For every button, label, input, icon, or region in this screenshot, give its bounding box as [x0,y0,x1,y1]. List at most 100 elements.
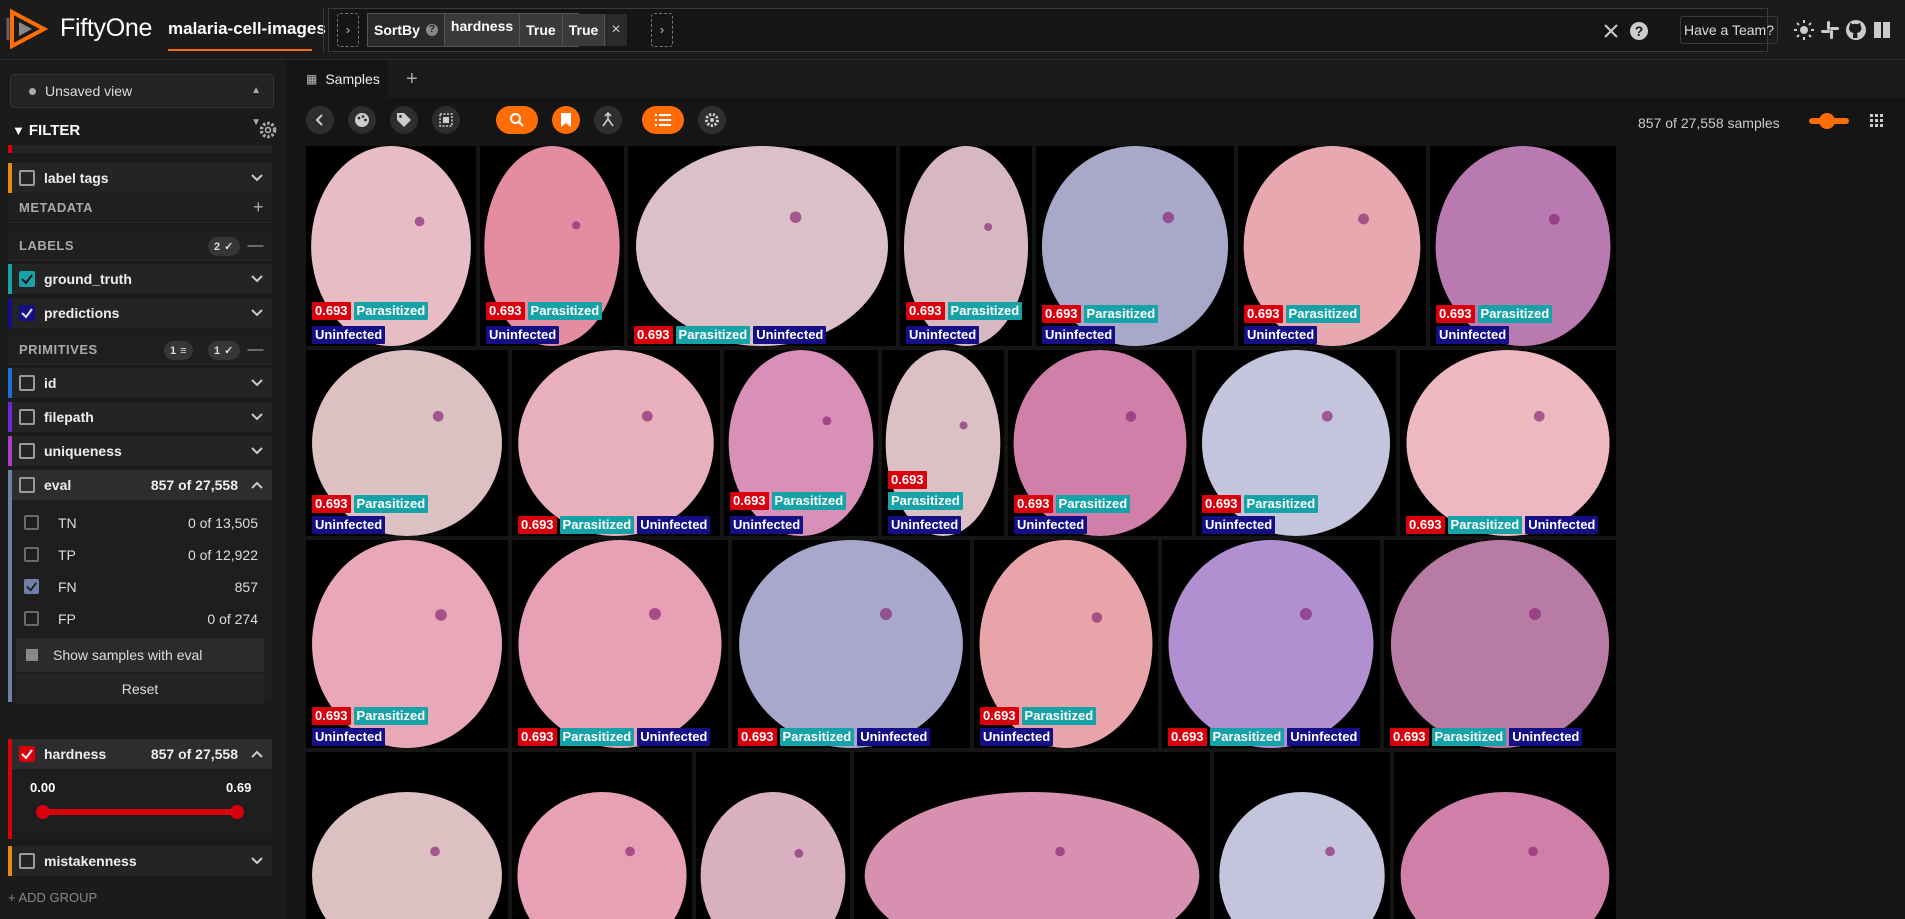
sidebar-field-mistakenness[interactable]: mistakenness [8,846,272,876]
sidebar-field-uniqueness[interactable]: uniqueness [8,436,272,466]
id-checkbox[interactable] [19,375,35,391]
sample-grid[interactable]: 0.693 Parasitized Uninfected 0.693 Parasitiz… [306,146,1905,919]
sample-tile[interactable]: 0.693 Parasitized Uninfected [1400,350,1616,536]
sample-tile[interactable]: 0.693 Parasitized Uninfected [724,350,878,536]
sample-tile[interactable] [512,752,692,919]
section-metadata[interactable]: METADATA + [8,193,272,223]
chevron-down-icon[interactable] [250,272,264,286]
sample-tile[interactable]: 0.693 Parasitized Uninfected [306,350,508,536]
sample-tile[interactable]: 0.693 Parasitized Uninfected [512,540,728,748]
select-button[interactable] [432,106,460,134]
filepath-checkbox[interactable] [19,409,35,425]
sidebar-field-eval[interactable]: eval 857 of 27,558 [8,470,272,500]
github-icon[interactable] [1844,18,1868,42]
tag-button[interactable] [390,106,418,134]
sample-tile[interactable]: 0.693 Parasitized Uninfected [628,146,896,346]
range-track[interactable] [42,809,236,815]
app-title[interactable]: FiftyOne [60,14,152,43]
sample-tile[interactable]: 0.693 Parasitized Uninfected [1036,146,1234,346]
dataset-name[interactable]: malaria-cell-images [168,19,326,39]
group-button[interactable] [594,106,622,134]
chevron-down-icon[interactable] [250,410,264,424]
range-handle-max[interactable] [230,805,244,819]
help-icon[interactable]: ? [425,24,438,36]
have-a-team-button[interactable]: Have a Team? [1680,16,1778,44]
sample-tile[interactable]: 0.693 Parasitized Uninfected [1196,350,1396,536]
eval-value-tp[interactable]: TP 0 of 12,922 [16,540,264,570]
range-handle-min[interactable] [36,805,50,819]
section-labels[interactable]: LABELS 2 ✓ — [8,231,272,261]
gear-icon[interactable] [258,120,278,140]
eval-value-fn[interactable]: FN 857 [16,572,264,602]
collapse-icon[interactable]: — [248,237,265,255]
sample-tile[interactable]: 0.693 Parasitized Uninfected [1162,540,1380,748]
add-icon[interactable]: + [253,197,264,218]
sidebar-field-id[interactable]: id [8,368,272,398]
search-button[interactable] [496,106,538,134]
mistakenness-checkbox[interactable] [19,853,35,869]
sample-tile[interactable]: 0.693 Parasitized Uninfected [306,540,508,748]
sample-tile[interactable] [854,752,1210,919]
fiftyone-logo[interactable] [6,8,50,50]
sidebar-field-ground-truth[interactable]: ground_truth [8,264,272,294]
chevron-down-icon[interactable] [250,306,264,320]
chevron-down-icon[interactable] [250,376,264,390]
stage-arg-reverse[interactable]: True [520,14,563,46]
sample-tile[interactable] [1214,752,1390,919]
sample-tile[interactable]: 0.693 Parasitized Uninfected [1008,350,1192,536]
section-primitives[interactable]: PRIMITIVES 1 ≡ 1 ✓ — [8,335,272,365]
add-stage-left[interactable]: › [337,13,359,47]
uniqueness-checkbox[interactable] [19,443,35,459]
zoom-handle[interactable] [1819,113,1835,129]
sample-tile[interactable]: 0.693 Parasitized Uninfected [900,146,1032,346]
sort-button[interactable] [642,106,684,134]
label-tags-checkbox[interactable] [19,170,35,186]
settings-button[interactable] [698,106,726,134]
save-view-button[interactable] [552,106,580,134]
docs-icon[interactable] [1870,18,1894,42]
color-button[interactable] [348,106,376,134]
close-icon[interactable] [1599,19,1623,43]
sample-tile[interactable] [1394,752,1616,919]
primitives-filter-pill[interactable]: 1 ≡ [164,341,194,360]
slack-icon[interactable] [1818,18,1842,42]
sample-tile[interactable] [696,752,850,919]
stage-field[interactable]: hardness [444,14,521,46]
fp-checkbox[interactable] [24,611,39,626]
eval-value-tn[interactable]: TN 0 of 13,505 [16,508,264,538]
sample-tile[interactable]: 0.693 Parasitized Uninfected [882,350,1004,536]
ground-truth-checkbox[interactable] [19,271,35,287]
help-icon[interactable]: ? [1627,19,1651,43]
sample-tile[interactable]: 0.693 Parasitized Uninfected [974,540,1158,748]
stage-arg-create-index[interactable]: True [562,14,606,46]
chevron-down-icon[interactable] [250,444,264,458]
chevron-up-icon[interactable] [250,478,264,492]
sample-tile[interactable]: 0.693 Parasitized Uninfected [512,350,720,536]
tn-checkbox[interactable] [24,515,39,530]
sample-tile[interactable]: 0.693 Parasitized Uninfected [480,146,624,346]
eval-checkbox[interactable] [19,477,35,493]
sample-tile[interactable]: 0.693 Parasitized Uninfected [732,540,970,748]
fn-checkbox[interactable] [24,579,39,594]
sortby-stage[interactable]: SortBy ? hardness True True × [367,13,627,47]
add-stage-right[interactable]: › [651,13,673,47]
tab-samples[interactable]: ▦ Samples [292,60,388,98]
chevron-down-icon[interactable] [250,171,264,185]
collapse-icon[interactable]: — [248,341,265,359]
sidebar-field-filepath[interactable]: filepath [8,402,272,432]
reset-button[interactable]: Reset [16,674,264,704]
sample-tile[interactable] [306,752,508,919]
tp-checkbox[interactable] [24,547,39,562]
saved-view-selector[interactable]: Unsaved view ▲ ▼ [10,74,274,128]
stage-remove-button[interactable]: × [605,14,627,46]
sidebar-field-hardness[interactable]: hardness 857 of 27,558 [8,739,272,769]
hardness-checkbox[interactable] [19,746,35,762]
grid-icon[interactable] [1870,114,1884,128]
view-bar[interactable]: › SortBy ? hardness True True × › ? [328,8,1768,52]
add-tab-button[interactable]: + [406,68,418,91]
show-samples-button[interactable]: Show samples with eval [16,638,264,672]
sample-tile[interactable]: 0.693 Parasitized Uninfected [1430,146,1616,346]
sidebar-field-label-tags[interactable]: label tags [8,163,272,193]
primitives-visible-pill[interactable]: 1 ✓ [208,341,240,360]
eval-value-fp[interactable]: FP 0 of 274 [16,604,264,634]
